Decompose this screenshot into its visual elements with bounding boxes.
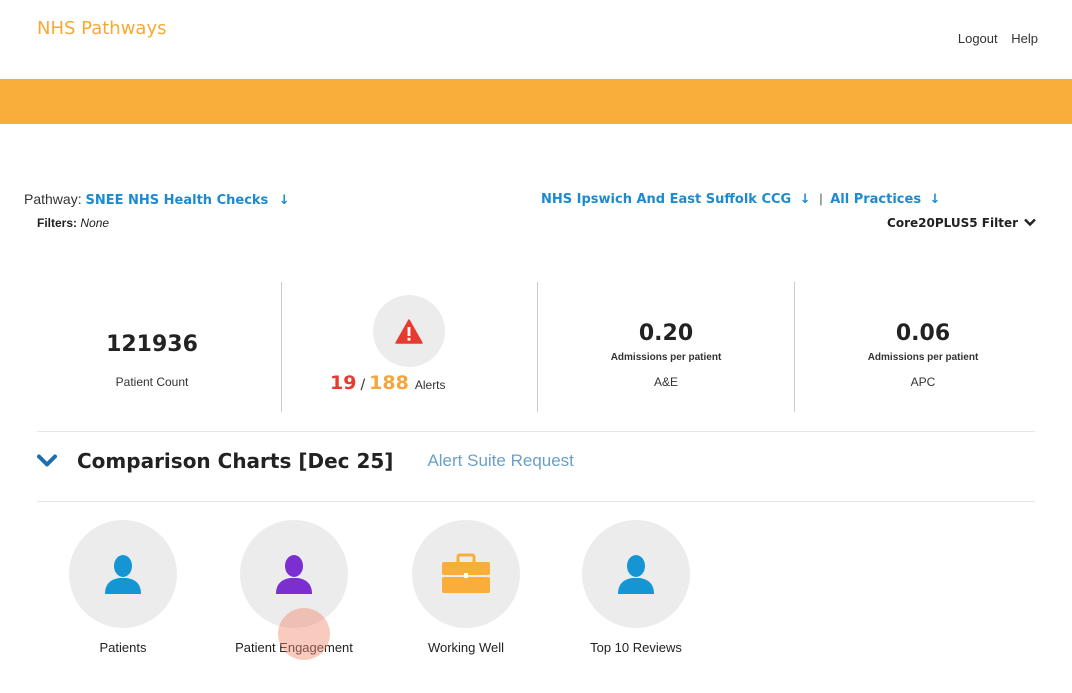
- ccg-dropdown[interactable]: NHS Ipswich And East Suffolk CCG ↓: [541, 192, 815, 207]
- pathway-label: Pathway:: [24, 191, 82, 207]
- practices-dropdown[interactable]: All Practices ↓: [830, 192, 940, 207]
- tile-circle: [240, 520, 348, 628]
- chevron-down-icon: [37, 454, 57, 467]
- logout-link[interactable]: Logout: [958, 31, 998, 46]
- arrow-down-icon: ↓: [799, 192, 811, 207]
- tile-label: Patient Engagement: [235, 640, 353, 655]
- user-icon: [105, 555, 141, 594]
- stat-divider: [281, 282, 282, 412]
- tile-top-10-reviews[interactable]: Top 10 Reviews: [566, 520, 706, 655]
- patient-count-label: Patient Count: [115, 375, 189, 389]
- user-icon: [618, 555, 654, 594]
- org-selector: NHS Ipswich And East Suffolk CCG ↓ | All…: [541, 191, 941, 207]
- tile-label: Top 10 Reviews: [590, 640, 682, 655]
- ae-sub: Admissions per patient: [610, 352, 722, 363]
- alerts-total-count: 188: [369, 372, 409, 394]
- alerts-red-count: 19: [330, 372, 357, 394]
- tile-patients[interactable]: Patients: [53, 520, 193, 655]
- alerts-slash: /: [360, 377, 366, 393]
- apc-value: 0.06: [895, 321, 951, 346]
- ccg-value: NHS Ipswich And East Suffolk CCG: [541, 192, 792, 207]
- help-link[interactable]: Help: [1011, 31, 1038, 46]
- tile-label: Working Well: [427, 640, 505, 655]
- section-title: Comparison Charts [Dec 25]: [77, 449, 394, 473]
- chevron-down-icon: [1024, 216, 1036, 230]
- tile-working-well[interactable]: Working Well: [396, 520, 536, 655]
- tile-patient-engagement[interactable]: Patient Engagement: [224, 520, 364, 655]
- tile-circle: [582, 520, 690, 628]
- arrow-down-icon: ↓: [929, 192, 941, 207]
- section-divider: [37, 431, 1035, 432]
- ae-stat: 0.20 Admissions per patient A&E: [538, 282, 794, 412]
- pathway-value: SNEE NHS Health Checks: [85, 193, 269, 208]
- pathway-selector: Pathway: SNEE NHS Health Checks ↓: [24, 191, 290, 208]
- apc-sub: Admissions per patient: [867, 352, 979, 363]
- alerts-label: Alerts: [414, 378, 446, 392]
- brand-title[interactable]: NHS Pathways: [37, 18, 166, 39]
- alerts-summary: 19/188 Alerts: [330, 372, 446, 394]
- tile-label: Patients: [99, 640, 147, 655]
- section-divider: [37, 501, 1035, 502]
- tile-circle: [69, 520, 177, 628]
- separator: |: [819, 191, 823, 206]
- filters-label: Filters:: [37, 216, 78, 230]
- header-banner: [0, 79, 1072, 124]
- collapse-toggle[interactable]: [37, 454, 57, 468]
- arrow-down-icon: ↓: [278, 193, 290, 208]
- patient-count-value: 121936: [106, 332, 198, 357]
- filters-value: None: [80, 216, 110, 230]
- patient-count-stat: 121936 Patient Count: [24, 282, 280, 412]
- warning-icon: [395, 318, 423, 344]
- alert-suite-request-link[interactable]: Alert Suite Request: [427, 451, 573, 471]
- alerts-button[interactable]: [373, 295, 445, 367]
- apc-label: APC: [910, 375, 936, 389]
- ae-value: 0.20: [638, 321, 694, 346]
- comparison-charts-header: Comparison Charts [Dec 25] Alert Suite R…: [37, 449, 574, 473]
- core20plus5-filter-toggle[interactable]: Core20PLUS5 Filter: [887, 216, 1036, 230]
- pathway-dropdown[interactable]: SNEE NHS Health Checks ↓: [85, 193, 289, 208]
- filters-line: Filters: None: [37, 216, 109, 230]
- briefcase-icon: [442, 553, 490, 593]
- apc-stat: 0.06 Admissions per patient APC: [795, 282, 1051, 412]
- practices-value: All Practices: [830, 192, 922, 207]
- ae-label: A&E: [653, 375, 678, 389]
- core-filter-label: Core20PLUS5 Filter: [887, 216, 1018, 230]
- top-links: Logout Help: [948, 31, 1038, 46]
- tile-circle: [412, 520, 520, 628]
- user-icon: [276, 555, 312, 594]
